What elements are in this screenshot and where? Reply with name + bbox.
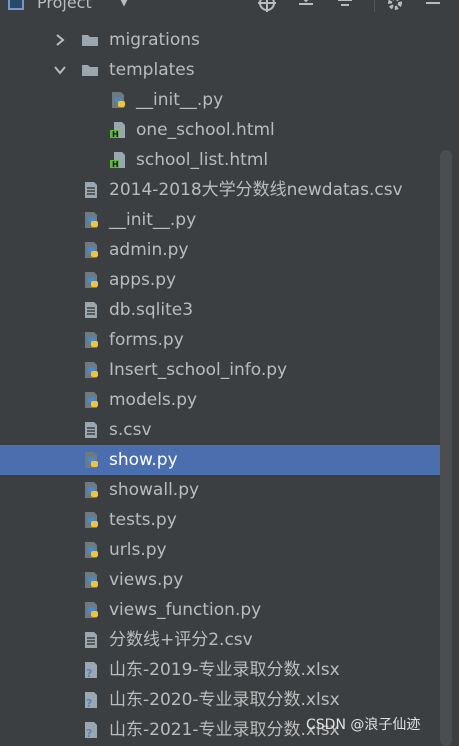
tree-file[interactable]: 2014-2018大学分数线newdatas.csv <box>0 175 440 205</box>
chevron-right-icon[interactable] <box>53 33 67 47</box>
tree-file[interactable]: apps.py <box>0 265 440 295</box>
minimize-icon[interactable] <box>424 0 442 12</box>
tree-item-label: school_list.html <box>136 150 269 170</box>
python-file-icon <box>85 512 98 528</box>
tree-file[interactable]: ? 山东-2019-专业录取分数.xlsx <box>0 655 440 685</box>
python-file-icon <box>85 482 98 498</box>
tree-file[interactable]: showall.py <box>0 475 440 505</box>
tree-file[interactable]: tests.py <box>0 505 440 535</box>
python-file-icon <box>85 602 98 618</box>
locate-icon[interactable] <box>258 0 276 12</box>
tree-file[interactable]: ? 山东-2020-专业录取分数.xlsx <box>0 685 440 715</box>
tree-item-label: views.py <box>109 570 184 590</box>
tree-item-label: migrations <box>109 30 200 50</box>
python-file-icon <box>85 572 98 588</box>
tree-item-label: 2014-2018大学分数线newdatas.csv <box>109 180 403 200</box>
tree-item-label: db.sqlite3 <box>109 300 194 320</box>
tree-file[interactable]: 分数线+评分2.csv <box>0 625 440 655</box>
folder-icon <box>82 65 98 76</box>
tree-file[interactable]: __init__.py <box>0 85 440 115</box>
python-file-icon <box>85 272 98 288</box>
chevron-down-icon[interactable] <box>53 63 67 77</box>
watermark: CSDN @浪子仙迹 <box>306 717 421 733</box>
html-file-icon: H <box>110 152 125 169</box>
svg-text:?: ? <box>86 697 92 709</box>
project-toolbar: Project ▼ <box>0 0 459 17</box>
tree-file[interactable]: views_function.py <box>0 595 440 625</box>
svg-text:H: H <box>112 160 119 169</box>
tree-file[interactable]: db.sqlite3 <box>0 295 440 325</box>
unknown-file-icon: ? <box>85 722 97 739</box>
python-file-icon <box>85 242 98 258</box>
tree-item-label: 山东-2020-专业录取分数.xlsx <box>109 690 340 710</box>
tree-file[interactable]: s.csv <box>0 415 440 445</box>
tree-item-label: s.csv <box>109 420 152 440</box>
tree-file[interactable]: urls.py <box>0 535 440 565</box>
dropdown-caret-icon[interactable]: ▼ <box>119 0 129 9</box>
expand-all-icon[interactable] <box>297 0 315 12</box>
tree-item-label: show.py <box>109 450 178 470</box>
html-file-icon: H <box>110 122 125 139</box>
unknown-file-icon: ? <box>85 662 97 679</box>
tree-file[interactable]: forms.py <box>0 325 440 355</box>
tree-file[interactable]: models.py <box>0 385 440 415</box>
python-file-icon <box>85 452 98 468</box>
python-file-icon <box>112 92 125 108</box>
tree-item-label: views_function.py <box>109 600 262 620</box>
text-file-icon <box>85 182 97 198</box>
unknown-file-icon: ? <box>85 692 97 709</box>
tree-item-label: models.py <box>109 390 198 410</box>
python-file-icon <box>85 212 98 228</box>
project-title[interactable]: Project <box>37 0 92 12</box>
tree-item-label: __init__.py <box>109 210 197 230</box>
python-file-icon <box>85 392 98 408</box>
tree-item-label: forms.py <box>109 330 184 350</box>
tree-folder[interactable]: migrations <box>0 25 440 55</box>
tree-file[interactable]: admin.py <box>0 235 440 265</box>
tree-item-label: Insert_school_info.py <box>109 360 288 380</box>
text-file-icon <box>85 632 97 648</box>
python-file-icon <box>85 542 98 558</box>
svg-text:?: ? <box>86 727 92 739</box>
folder-icon <box>82 35 98 46</box>
tree-item-label: urls.py <box>109 540 167 560</box>
vertical-scrollbar[interactable] <box>440 150 452 746</box>
text-file-icon <box>85 302 97 318</box>
collapse-all-icon[interactable] <box>336 0 354 12</box>
tree-item-label: admin.py <box>109 240 189 260</box>
tree-item-label: apps.py <box>109 270 177 290</box>
tree-folder[interactable]: templates <box>0 55 440 85</box>
tree-item-label: templates <box>109 60 195 80</box>
python-file-icon <box>85 362 98 378</box>
tree-file[interactable]: show.py <box>0 445 440 475</box>
svg-text:?: ? <box>86 667 92 679</box>
tree-item-label: __init__.py <box>136 90 224 110</box>
project-icon <box>8 0 24 10</box>
tree-file[interactable]: Hschool_list.html <box>0 145 440 175</box>
toolbar-divider <box>374 0 375 12</box>
svg-text:H: H <box>112 130 119 139</box>
tree-file[interactable]: Hone_school.html <box>0 115 440 145</box>
tree-item-label: showall.py <box>109 480 200 500</box>
tree-item-label: tests.py <box>109 510 177 530</box>
text-file-icon <box>85 422 97 438</box>
tree-file[interactable]: Insert_school_info.py <box>0 355 440 385</box>
tree-item-label: 山东-2019-专业录取分数.xlsx <box>109 660 340 680</box>
python-file-icon <box>85 332 98 348</box>
gear-icon[interactable] <box>386 0 404 12</box>
tree-item-label: 分数线+评分2.csv <box>109 630 253 650</box>
tree-file[interactable]: views.py <box>0 565 440 595</box>
tree-item-label: one_school.html <box>136 120 275 140</box>
tree-file[interactable]: __init__.py <box>0 205 440 235</box>
